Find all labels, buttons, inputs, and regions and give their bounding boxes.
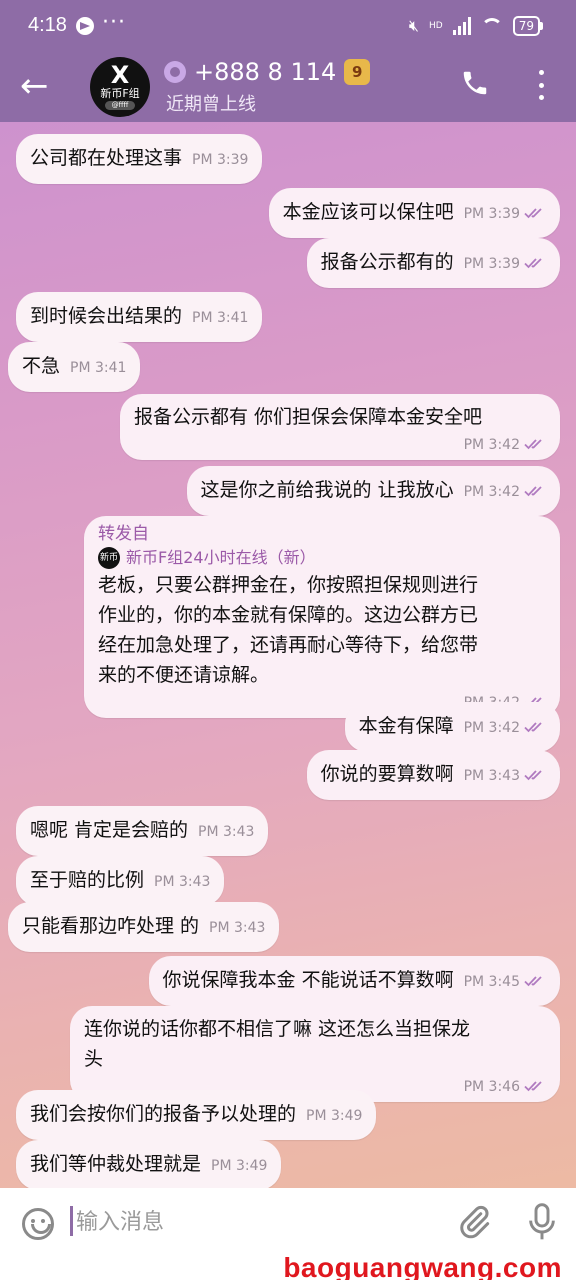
forward-source[interactable]: 新币 新币F组24小时在线（新） bbox=[98, 546, 546, 570]
message-text: 来的不便还请谅解。 bbox=[98, 664, 270, 686]
incoming-message[interactable]: 不急 PM 3:41 bbox=[8, 342, 141, 392]
message-text: 公司都在处理这事 bbox=[30, 147, 183, 169]
text-cursor bbox=[70, 1206, 73, 1236]
contact-name: +888 8 114 bbox=[194, 58, 337, 86]
message-text: 本金应该可以保住吧 bbox=[282, 201, 454, 223]
double-check-icon bbox=[524, 257, 546, 269]
outgoing-message[interactable]: 报备公示都有 你们担保会保障本金安全吧 PM 3:42 bbox=[120, 394, 560, 460]
outgoing-message[interactable]: 连你说的话你都不相信了嘛 这还怎么当担保龙头 PM 3:46 bbox=[70, 1006, 560, 1102]
double-check-icon bbox=[524, 207, 546, 219]
message-composer bbox=[0, 1188, 576, 1256]
telegram-notification-icon bbox=[76, 17, 94, 35]
message-text: 你说的要算数啊 bbox=[320, 763, 454, 785]
wifi-icon bbox=[480, 18, 503, 34]
message-time: PM 3:39 bbox=[463, 206, 520, 222]
outgoing-message[interactable]: 本金有保障 PM 3:42 bbox=[344, 702, 560, 752]
message-time: PM 3:43 bbox=[154, 874, 211, 890]
message-time: PM 3:41 bbox=[192, 310, 249, 326]
status-time: 4:18 bbox=[28, 14, 67, 36]
avatar-glyph: X bbox=[110, 61, 130, 89]
message-time: PM 3:45 bbox=[463, 974, 520, 990]
network-label: HD bbox=[429, 21, 443, 31]
double-check-icon bbox=[524, 485, 546, 497]
incoming-message[interactable]: 嗯呢 肯定是会赔的 PM 3:43 bbox=[16, 806, 269, 856]
mic-icon[interactable] bbox=[526, 1202, 558, 1242]
forward-source-name: 新币F组24小时在线（新） bbox=[126, 548, 316, 567]
message-text: 这是你之前给我说的 让我放心 bbox=[200, 479, 454, 501]
forward-label: 转发自 bbox=[98, 524, 149, 544]
double-check-icon bbox=[524, 975, 546, 987]
message-text: 我们会按你们的报备予以处理的 bbox=[30, 1103, 297, 1125]
message-text: 到时候会出结果的 bbox=[30, 305, 183, 327]
incoming-message[interactable]: 我们会按你们的报备予以处理的 PM 3:49 bbox=[16, 1090, 377, 1140]
message-time: PM 3:39 bbox=[463, 256, 520, 272]
message-text: 作业的，你的本金就有保障的。这边公群方已 bbox=[98, 604, 479, 626]
status-icons: 🔇︎ HD 79 bbox=[408, 16, 544, 36]
incoming-message[interactable]: 至于赔的比例 PM 3:43 bbox=[16, 856, 225, 906]
message-text: 报备公示都有的 bbox=[320, 251, 454, 273]
outgoing-message[interactable]: 转发自 新币 新币F组24小时在线（新） 老板，只要公群押金在，你按照担保规则进行 作业… bbox=[84, 516, 560, 718]
avatar-label: 新币F组 bbox=[100, 87, 140, 100]
message-time: PM 3:43 bbox=[198, 824, 255, 840]
message-text: 老板，只要公群押金在，你按照担保规则进行 bbox=[98, 574, 479, 596]
message-time: PM 3:42 bbox=[463, 437, 520, 453]
watermark: baoguangwang.com bbox=[0, 1254, 576, 1280]
level-badge-icon: 9 bbox=[344, 59, 371, 85]
message-text: 你说保障我本金 不能说话不算数啊 bbox=[162, 969, 454, 991]
outgoing-message[interactable]: 你说保障我本金 不能说话不算数啊 PM 3:45 bbox=[148, 956, 560, 1006]
avatar[interactable]: X 新币F组 @ffff bbox=[90, 57, 150, 117]
message-time: PM 3:41 bbox=[70, 360, 127, 376]
forward-source-avatar: 新币 bbox=[98, 547, 120, 569]
outgoing-message[interactable]: 报备公示都有的 PM 3:39 bbox=[306, 238, 560, 288]
mute-icon: 🔇︎ bbox=[408, 16, 420, 35]
emoji-icon[interactable] bbox=[22, 1208, 54, 1240]
outgoing-message[interactable]: 这是你之前给我说的 让我放心 PM 3:42 bbox=[186, 466, 560, 516]
message-text: 报备公示都有 你们担保会保障本金安全吧 bbox=[134, 406, 483, 428]
incoming-message[interactable]: 只能看那边咋处理 的 PM 3:43 bbox=[8, 902, 280, 952]
double-check-icon bbox=[524, 721, 546, 733]
message-time: PM 3:46 bbox=[463, 1079, 520, 1095]
message-list[interactable]: 公司都在处理这事 PM 3:39 本金应该可以保住吧 PM 3:39 报备公示都有的 PM… bbox=[0, 122, 576, 1188]
outgoing-message[interactable]: 本金应该可以保住吧 PM 3:39 bbox=[268, 188, 560, 238]
incoming-message[interactable]: 我们等仲裁处理就是 PM 3:49 bbox=[16, 1140, 282, 1188]
message-text: 头 bbox=[84, 1048, 104, 1070]
double-check-icon bbox=[524, 438, 546, 450]
message-time: PM 3:49 bbox=[211, 1158, 268, 1174]
message-time: PM 3:42 bbox=[463, 484, 520, 500]
back-arrow-icon[interactable]: ← bbox=[20, 66, 49, 106]
phone-icon[interactable] bbox=[460, 68, 490, 98]
message-text: 我们等仲裁处理就是 bbox=[30, 1153, 202, 1175]
verified-gear-icon bbox=[164, 61, 186, 83]
battery-indicator: 79 bbox=[512, 16, 544, 36]
outgoing-message[interactable]: 你说的要算数啊 PM 3:43 bbox=[306, 750, 560, 800]
double-check-icon bbox=[524, 769, 546, 781]
contact-status: 近期曾上线 bbox=[166, 94, 256, 115]
more-notifications-icon: ··· bbox=[102, 10, 126, 35]
attach-icon[interactable] bbox=[456, 1204, 492, 1240]
message-time: PM 3:39 bbox=[192, 152, 249, 168]
status-bar: 4:18 ··· 🔇︎ HD 79 bbox=[0, 0, 576, 56]
message-time: PM 3:49 bbox=[306, 1108, 363, 1124]
double-check-icon bbox=[524, 1080, 546, 1092]
message-text: 不急 bbox=[22, 355, 61, 377]
incoming-message[interactable]: 公司都在处理这事 PM 3:39 bbox=[16, 134, 263, 184]
message-input[interactable] bbox=[76, 1202, 416, 1242]
avatar-tag: @ffff bbox=[105, 101, 135, 110]
more-vert-icon[interactable] bbox=[536, 70, 546, 100]
message-text: 嗯呢 肯定是会赔的 bbox=[30, 819, 189, 841]
message-text: 经在加急处理了，还请再耐心等待下，给您带 bbox=[98, 634, 479, 656]
message-text: 本金有保障 bbox=[358, 715, 454, 737]
chat-header: ← X 新币F组 @ffff +888 8 114 9 近期曾上线 bbox=[0, 56, 576, 122]
message-time: PM 3:43 bbox=[463, 768, 520, 784]
message-time: PM 3:42 bbox=[463, 720, 520, 736]
incoming-message[interactable]: 到时候会出结果的 PM 3:41 bbox=[16, 292, 263, 342]
message-text: 连你说的话你都不相信了嘛 这还怎么当担保龙 bbox=[84, 1018, 471, 1040]
message-time: PM 3:43 bbox=[209, 920, 266, 936]
signal-icon bbox=[452, 17, 471, 35]
contact-title[interactable]: +888 8 114 9 bbox=[164, 58, 371, 86]
message-text: 至于赔的比例 bbox=[30, 869, 145, 891]
message-text: 只能看那边咋处理 的 bbox=[22, 915, 200, 937]
